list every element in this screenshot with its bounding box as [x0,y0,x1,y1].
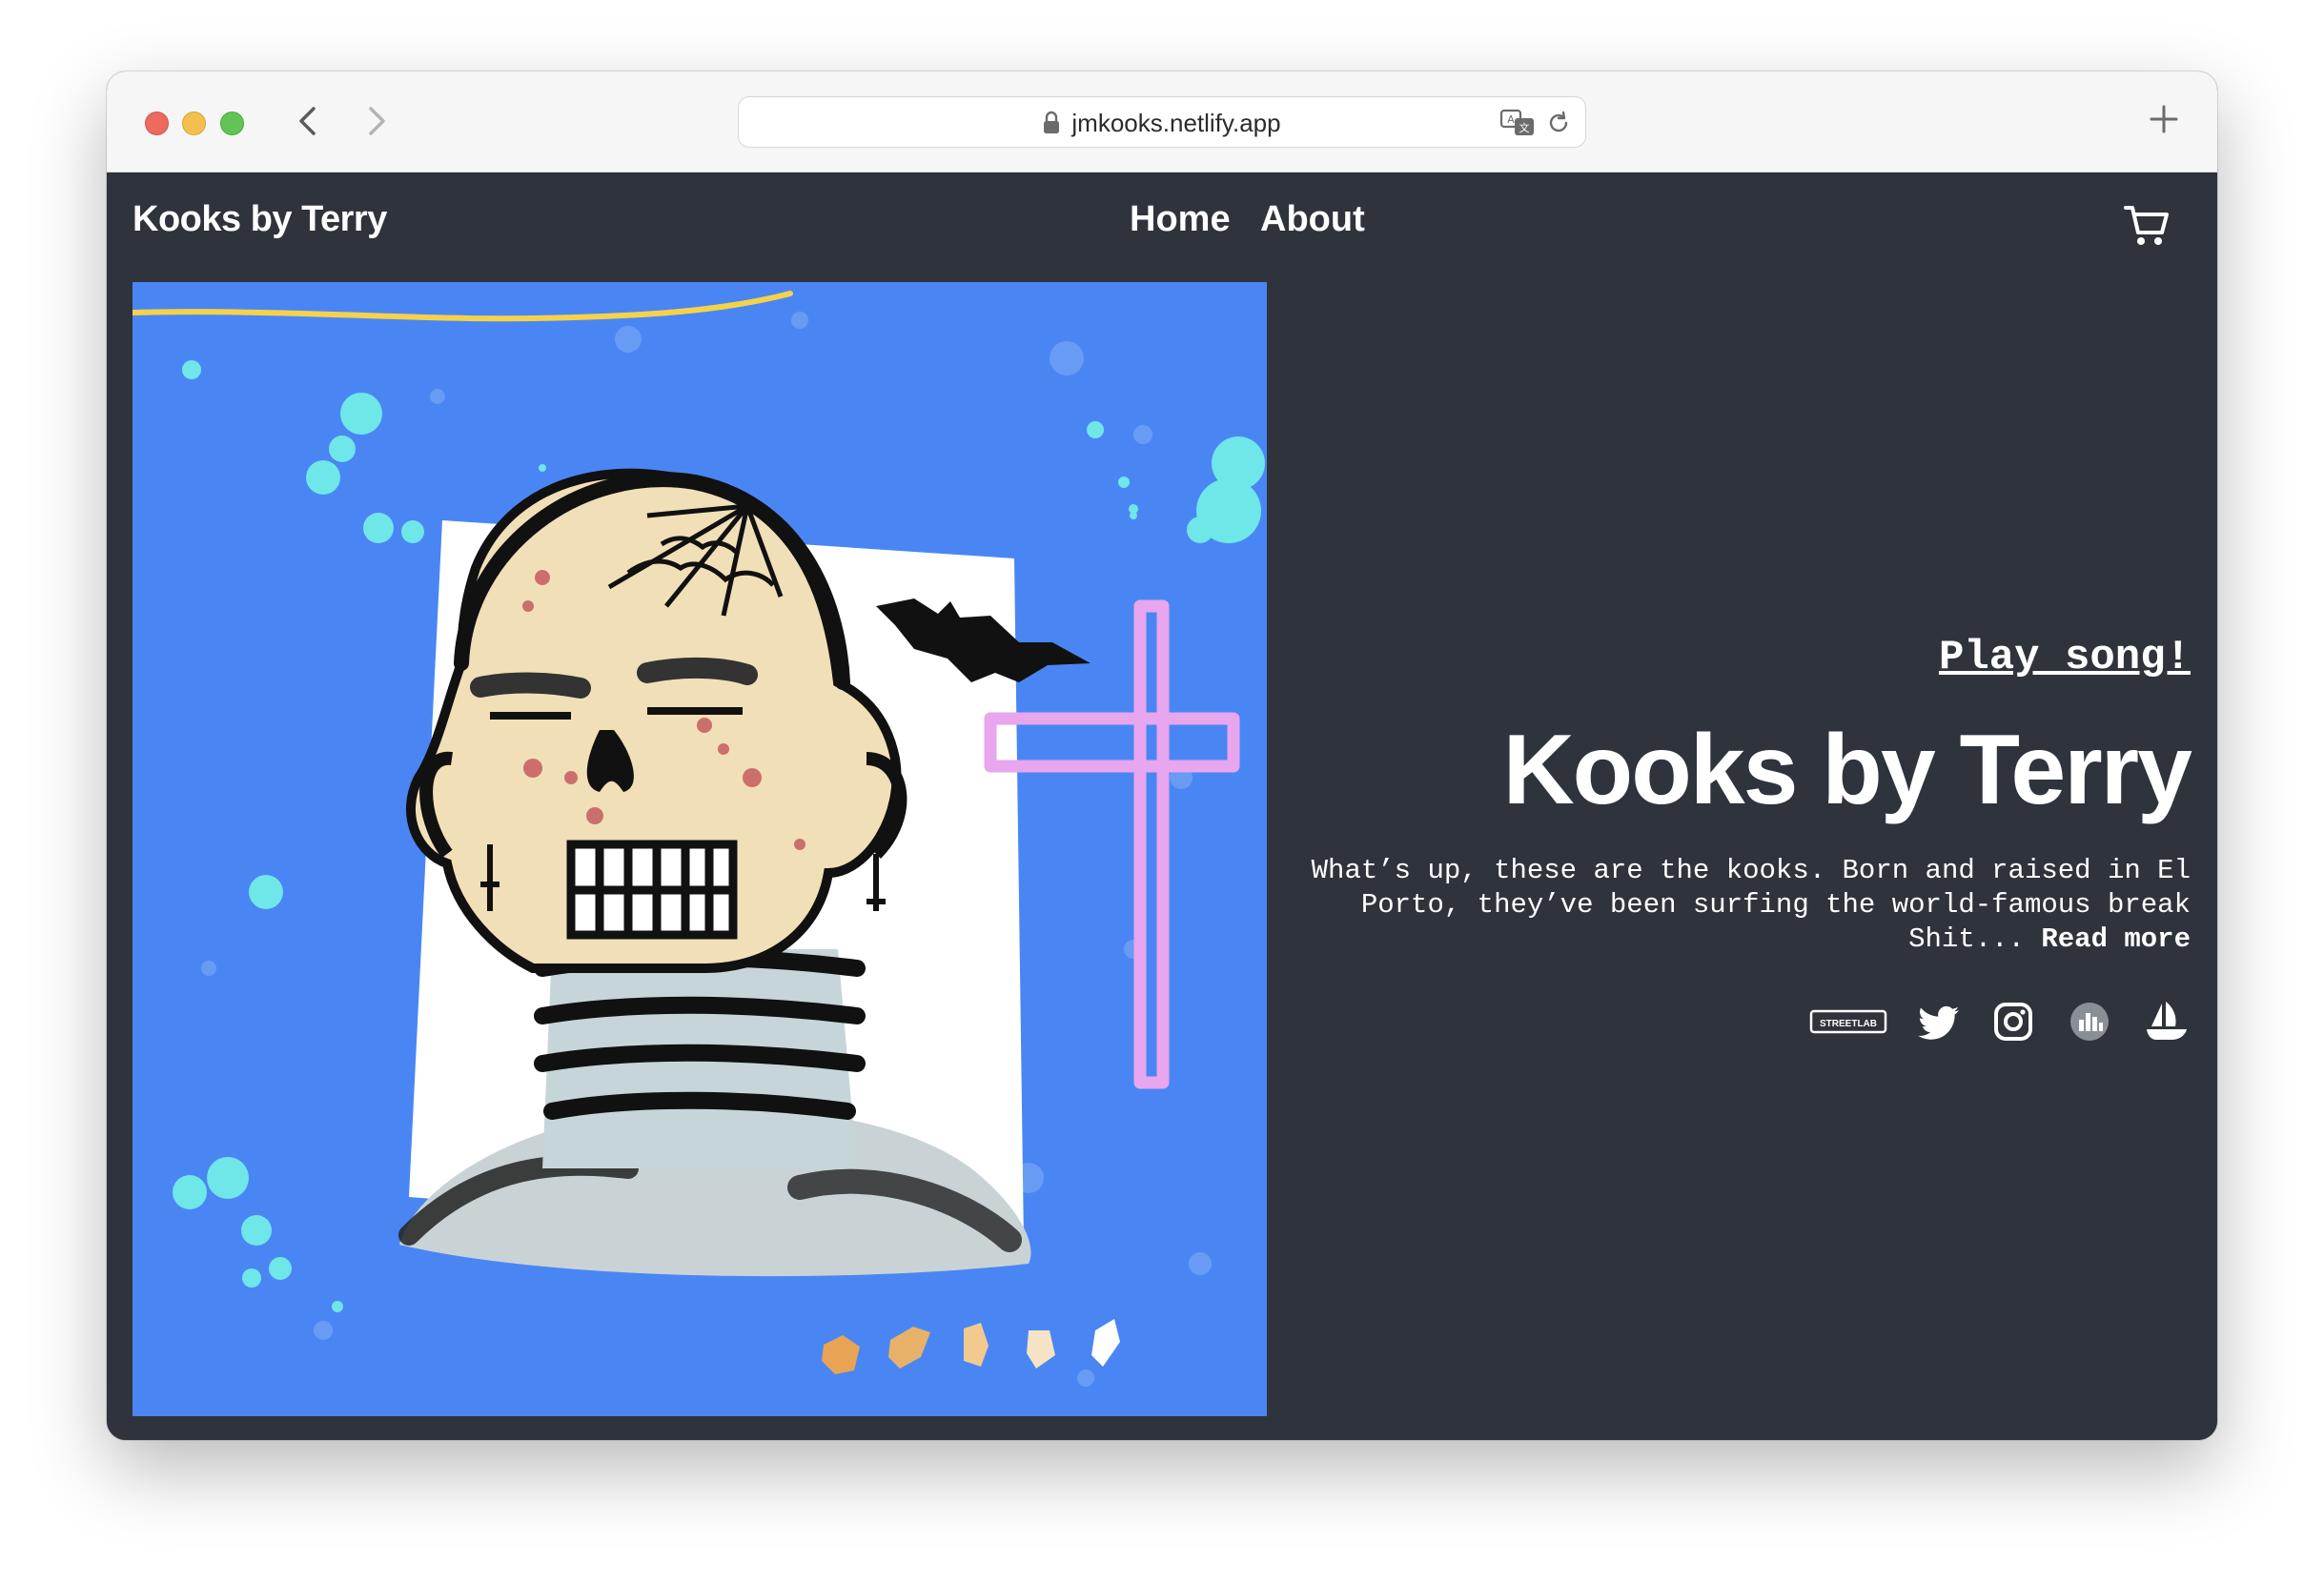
twitter-icon[interactable] [1917,998,1963,1045]
hero-description: What’s up, these are the kooks. Born and… [1304,854,2191,957]
svg-text:A: A [1507,113,1515,126]
close-window-button[interactable] [145,112,169,135]
zoom-window-button[interactable] [220,112,244,135]
url-text: jmkooks.netlify.app [1071,109,1281,137]
opensea-icon[interactable] [2143,998,2191,1045]
streetlab-icon[interactable]: STREETLAB [1809,998,1887,1045]
minimize-window-button[interactable] [182,112,206,135]
back-arrow-icon[interactable] [288,100,330,142]
nav-home-link[interactable]: Home [1130,199,1231,240]
rarible-icon[interactable] [2067,998,2112,1045]
read-more-link[interactable]: Read more [2041,923,2191,955]
browser-window: jmkooks.netlify.app A 文 Kooks by Terry H… [107,71,2217,1440]
hero-section: Play song! Kooks by Terry What’s up, the… [1237,172,2192,1440]
site-page: Kooks by Terry Home About Play song! Koo… [107,172,2217,1440]
site-brand-link[interactable]: Kooks by Terry [133,199,387,240]
browser-toolbar: jmkooks.netlify.app A 文 [107,71,2217,172]
translate-icon[interactable]: A 文 [1499,108,1536,138]
hero-title: Kooks by Terry [1502,715,2192,825]
streetlab-label: STREETLAB [1820,1019,1877,1029]
instagram-icon[interactable] [1990,998,2036,1045]
address-bar[interactable]: jmkooks.netlify.app A 文 [738,96,1586,148]
kook-artwork-image [133,282,1267,1416]
play-song-link[interactable]: Play song! [1939,634,2191,681]
social-links: STREETLAB [1790,998,2191,1045]
new-tab-plus-icon[interactable] [2145,100,2183,138]
reload-icon[interactable] [1545,110,1572,136]
forward-arrow-icon[interactable] [355,100,397,142]
svg-text:文: 文 [1519,121,1530,134]
